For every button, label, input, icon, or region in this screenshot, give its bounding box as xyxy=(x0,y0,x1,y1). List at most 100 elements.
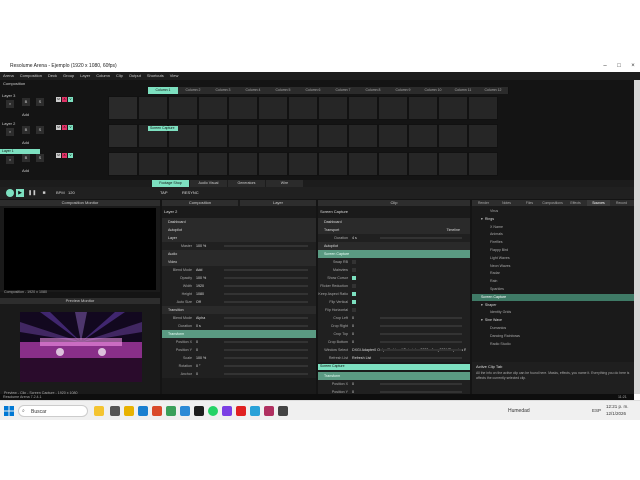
param-checkbox[interactable] xyxy=(352,260,356,264)
param-slider[interactable] xyxy=(224,373,308,375)
column-header[interactable]: Column 5 xyxy=(268,87,299,94)
menu-item[interactable]: Group xyxy=(63,72,74,80)
app-icon-1[interactable] xyxy=(166,406,176,416)
param-row[interactable]: Keep Aspect Ratio xyxy=(318,290,470,298)
menu-item[interactable]: Composition xyxy=(20,72,42,80)
param-slider[interactable] xyxy=(224,357,308,359)
layer-tag[interactable]: V xyxy=(68,153,73,158)
param-row[interactable]: Transform xyxy=(162,330,316,338)
param-row[interactable]: Window SelectDXGI Adapter0 Output0 - Liv… xyxy=(318,346,470,354)
clip-slot[interactable] xyxy=(138,96,168,120)
layer-clear-button[interactable]: × xyxy=(6,128,14,136)
source-item[interactable]: Radar xyxy=(472,270,634,277)
clip-slot[interactable] xyxy=(108,152,138,176)
layer-solo-button[interactable]: S xyxy=(36,126,44,134)
menu-item[interactable]: Arena xyxy=(3,72,14,80)
param-row[interactable]: Flicker Reduction xyxy=(318,282,470,290)
menu-item[interactable]: Column xyxy=(96,72,110,80)
browser-tab[interactable]: Files xyxy=(518,200,541,206)
source-item[interactable]: Identity Grids xyxy=(472,309,634,316)
pause-button[interactable]: ❚❚ xyxy=(28,189,36,197)
param-row[interactable]: Anchor 0 xyxy=(162,370,316,378)
source-item[interactable]: Dancing Rainbows xyxy=(472,333,634,340)
language-indicator[interactable]: ESP xyxy=(592,408,601,413)
clip-slot[interactable] xyxy=(198,124,228,148)
param-row[interactable]: Auto Size Off xyxy=(162,298,316,306)
clip-slot[interactable] xyxy=(438,152,468,176)
param-slider[interactable] xyxy=(224,269,308,271)
param-row[interactable]: Flip Horizontal xyxy=(318,306,470,314)
search-box[interactable]: ⌕ Buscar xyxy=(18,405,88,417)
param-slider[interactable] xyxy=(224,277,308,279)
param-row[interactable]: Crop Bottom 0 xyxy=(318,338,470,346)
clip-slot[interactable] xyxy=(438,124,468,148)
param-row[interactable]: Crop Right 0 xyxy=(318,322,470,330)
clip-slot[interactable] xyxy=(228,152,258,176)
source-item[interactable]: Neon Waves xyxy=(472,263,634,270)
connect-icon[interactable] xyxy=(6,189,14,197)
column-header[interactable]: Column 6 xyxy=(298,87,329,94)
file-explorer-icon[interactable] xyxy=(124,406,134,416)
clip-slot[interactable] xyxy=(228,124,258,148)
clip-slot[interactable] xyxy=(408,96,438,120)
app-icon-5[interactable] xyxy=(236,406,246,416)
layer-tag[interactable]: M xyxy=(56,97,61,102)
clip-slot[interactable] xyxy=(108,124,138,148)
chevron-down-icon[interactable]: ▾ xyxy=(481,318,483,322)
clip-slot[interactable] xyxy=(228,96,258,120)
source-item[interactable]: Flappy Bird xyxy=(472,247,634,254)
menu-item[interactable]: Output xyxy=(129,72,141,80)
param-checkbox[interactable] xyxy=(352,292,356,296)
source-item[interactable]: Animals xyxy=(472,231,634,238)
param-slider[interactable] xyxy=(380,357,462,359)
param-row[interactable]: Layer xyxy=(162,234,316,242)
app-icon-4[interactable] xyxy=(222,406,232,416)
param-row[interactable]: Show Cursor xyxy=(318,274,470,282)
param-row[interactable]: Transition xyxy=(162,306,316,314)
app-icon-3[interactable] xyxy=(194,406,204,416)
clip-slot[interactable] xyxy=(378,124,408,148)
tap-button[interactable]: TAP xyxy=(160,190,167,195)
play-button[interactable]: ▶ xyxy=(16,189,24,197)
menu-item[interactable]: Layer xyxy=(80,72,90,80)
param-slider[interactable] xyxy=(380,317,462,319)
clip-slot[interactable] xyxy=(318,96,348,120)
bpm-value[interactable]: 120 xyxy=(68,190,75,195)
column-header[interactable]: Column 10 xyxy=(418,87,449,94)
windows-start-icon[interactable] xyxy=(4,406,14,416)
column-header[interactable]: Column 12 xyxy=(478,87,509,94)
menu-item[interactable]: View xyxy=(170,72,179,80)
clip-slot[interactable] xyxy=(318,152,348,176)
source-item[interactable]: Dumanios xyxy=(472,325,634,332)
layer-tag[interactable]: A xyxy=(62,125,67,130)
chevron-down-icon[interactable]: ▾ xyxy=(481,217,483,221)
layer-tag[interactable]: A xyxy=(62,153,67,158)
param-row[interactable]: Crop Left 0 xyxy=(318,314,470,322)
layer-tag[interactable]: V xyxy=(68,125,73,130)
param-row[interactable]: Rotation 0 ° xyxy=(162,362,316,370)
column-header[interactable]: Column 7 xyxy=(328,87,359,94)
param-row[interactable]: Refresh List Refresh List xyxy=(318,354,470,362)
param-row[interactable]: Screen Capture xyxy=(318,250,470,258)
param-row[interactable]: Crop Top 0 xyxy=(318,330,470,338)
param-row[interactable]: Position X0 xyxy=(318,380,470,388)
layer-solo-button[interactable]: S xyxy=(36,154,44,162)
browser-tab[interactable]: Effects xyxy=(564,200,587,206)
tab-composition[interactable]: Composition xyxy=(162,200,238,206)
clip-slot[interactable] xyxy=(438,96,468,120)
source-item[interactable]: Screen Capture xyxy=(472,293,634,301)
param-checkbox[interactable] xyxy=(352,308,356,312)
layer-bypass-button[interactable]: B xyxy=(22,154,30,162)
scrollbar[interactable] xyxy=(634,80,640,394)
source-item[interactable]: ▾ Rings xyxy=(472,216,634,223)
clip-slot[interactable] xyxy=(288,96,318,120)
deck-tab[interactable]: Audio Visual xyxy=(190,180,227,187)
clip-slot[interactable] xyxy=(108,96,138,120)
menu-item[interactable]: Clip xyxy=(116,72,123,80)
param-row[interactable]: Mainview xyxy=(318,266,470,274)
layer-add-button[interactable]: Add xyxy=(22,112,29,117)
param-row[interactable]: Width 1920 xyxy=(162,282,316,290)
clip-slot[interactable] xyxy=(348,152,378,176)
resolume-icon[interactable] xyxy=(278,406,288,416)
layer-clear-button[interactable]: × xyxy=(6,156,14,164)
